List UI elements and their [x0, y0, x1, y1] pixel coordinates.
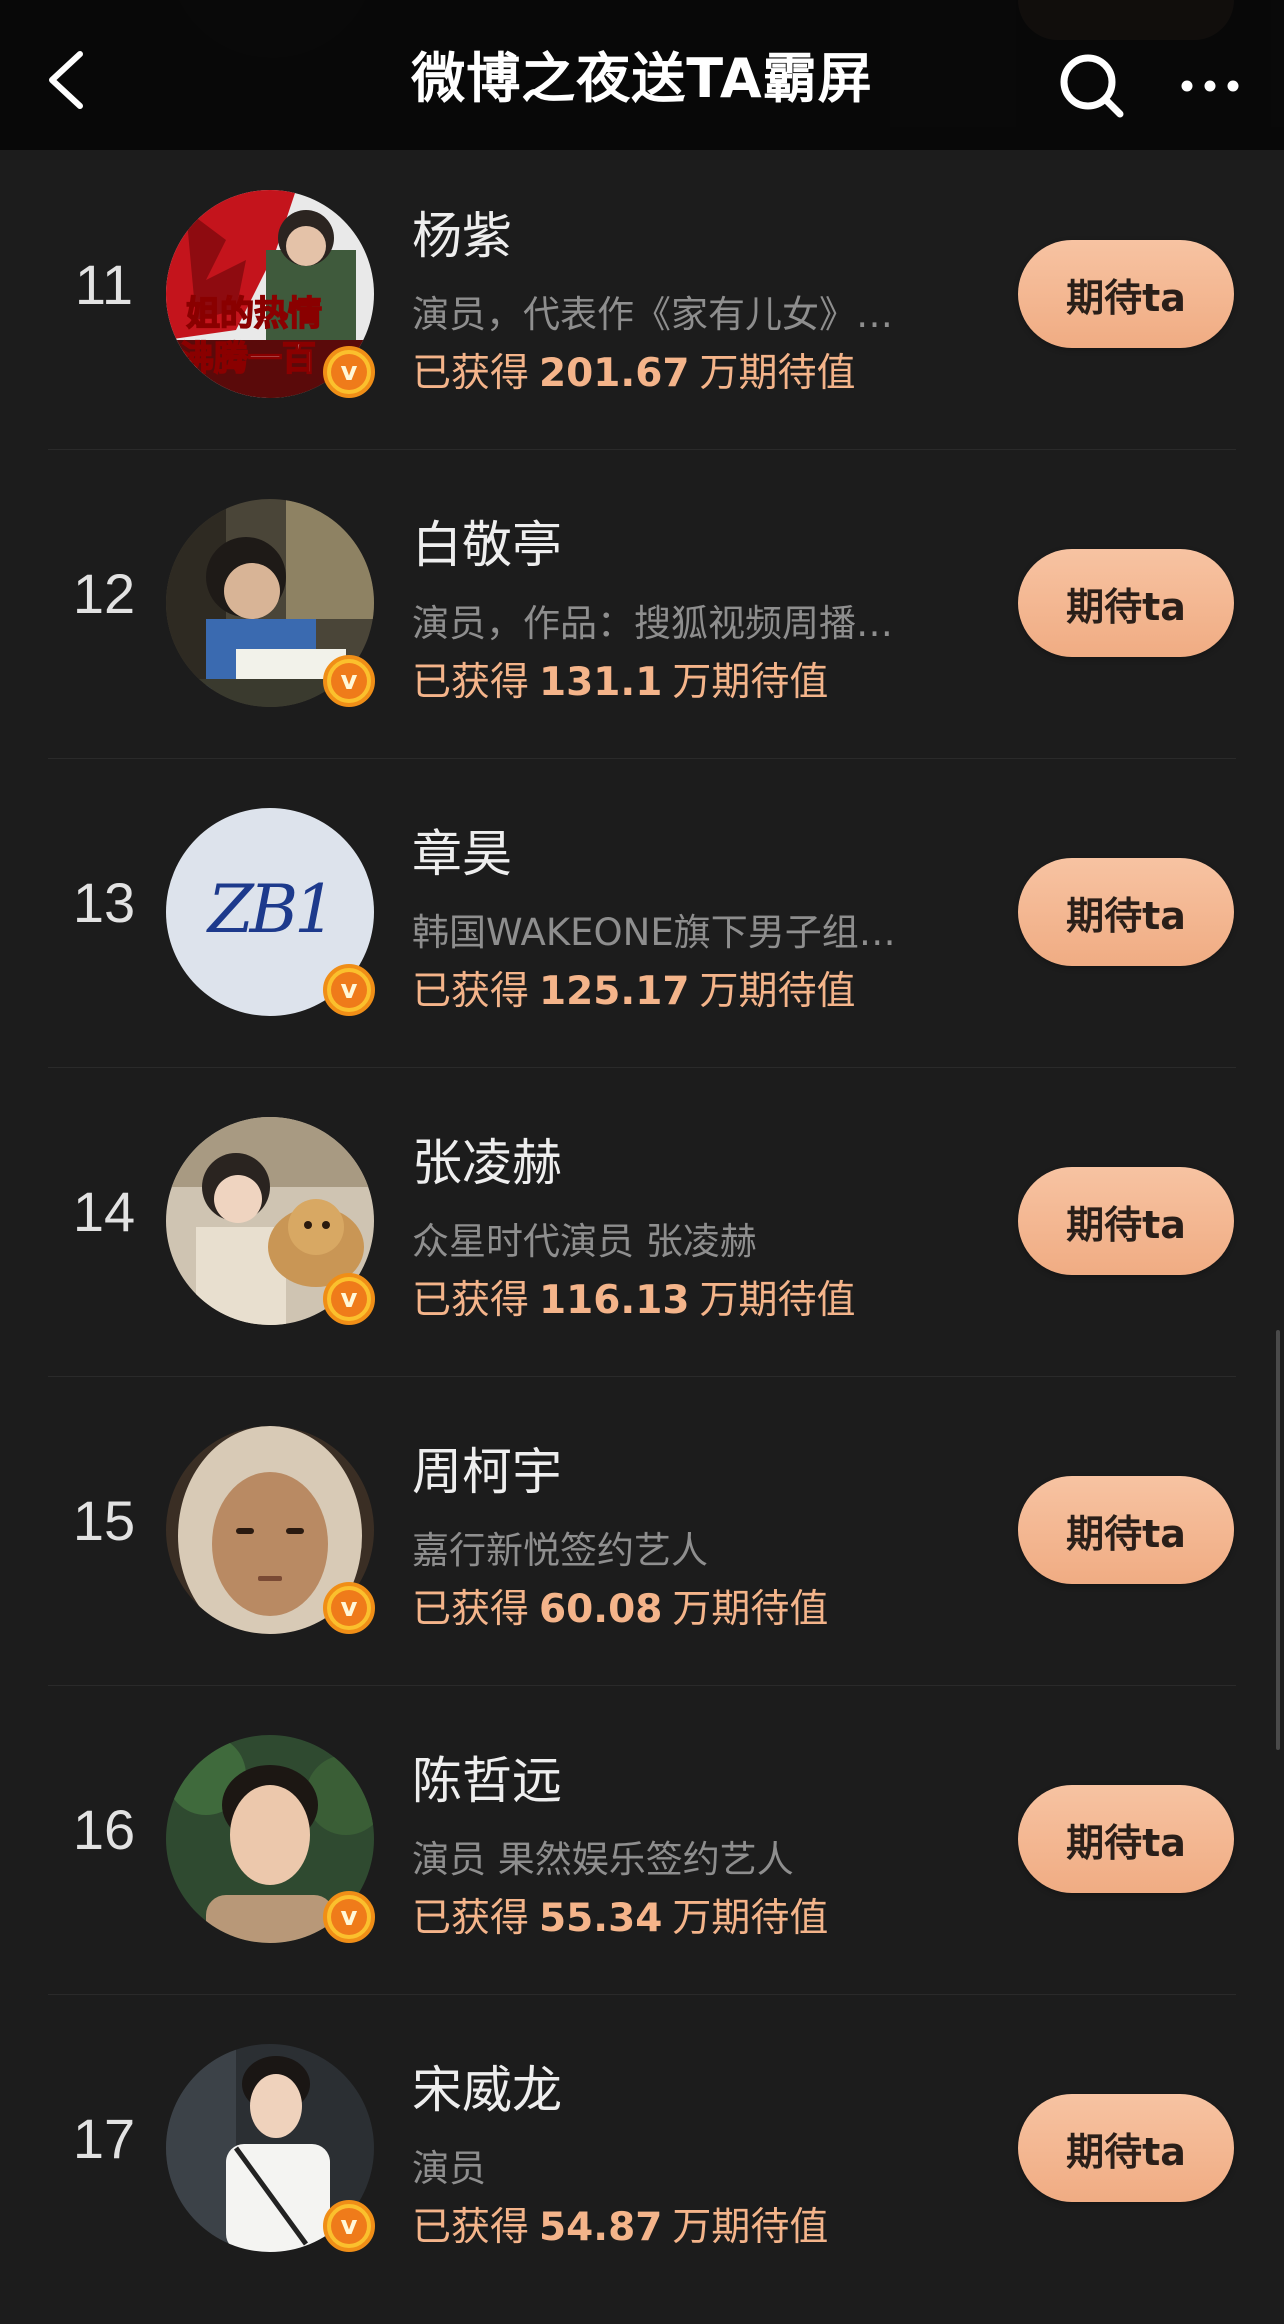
- artist-name: 宋威龙: [412, 2061, 562, 2119]
- expect-button[interactable]: 期待ta: [1018, 240, 1234, 348]
- score-prefix: 已获得: [412, 660, 530, 705]
- scrollbar[interactable]: [1276, 1330, 1280, 1750]
- list-item[interactable]: 13 ZB1 v 章昊 韩国WAKEONE旗下男子组… 已获得 125.17 万…: [0, 758, 1284, 1067]
- score-value: 55.34: [539, 1896, 663, 1941]
- artist-name: 章昊: [412, 825, 512, 883]
- search-icon[interactable]: [1052, 46, 1132, 126]
- list-item[interactable]: 11 姐的热情 沸腾一百 v 杨紫 演员，代表作《家有儿女》… 已获得 201.…: [0, 140, 1284, 449]
- chevron-left-icon[interactable]: [30, 44, 102, 116]
- score-value: 60.08: [539, 1587, 663, 1632]
- expect-score: 已获得 55.34 万期待值: [412, 1887, 828, 1943]
- expect-score: 已获得 131.1 万期待值: [412, 651, 828, 707]
- nav-bar: 微博之夜送TA霸屏: [0, 0, 1284, 150]
- rank-number: 17: [72, 2107, 136, 2170]
- artist-description: 演员 果然娱乐签约艺人: [412, 1838, 794, 1881]
- artist-description: 演员: [412, 2147, 486, 2190]
- verified-badge-icon: v: [323, 1582, 375, 1634]
- artist-description: 演员，作品：搜狐视频周播…: [412, 602, 893, 645]
- list-item[interactable]: 17 v 宋威龙 演员 已获得 54.87 万期待值 期待ta: [0, 1994, 1284, 2303]
- rank-number: 15: [72, 1489, 136, 1552]
- score-value: 125.17: [539, 969, 690, 1014]
- list-item[interactable]: 14 v 张凌赫 众星时代演员 张凌赫 已获得 116.13 万期待值 期待ta: [0, 1067, 1284, 1376]
- score-suffix: 万期待值: [672, 2205, 829, 2250]
- score-suffix: 万期待值: [672, 1587, 829, 1632]
- expect-score: 已获得 54.87 万期待值: [412, 2196, 828, 2252]
- artist-description: 嘉行新悦签约艺人: [412, 1529, 708, 1572]
- verified-badge-icon: v: [323, 1891, 375, 1943]
- score-value: 131.1: [539, 660, 663, 705]
- score-suffix: 万期待值: [699, 1278, 856, 1323]
- verified-badge-icon: v: [323, 964, 375, 1016]
- verified-badge-icon: v: [323, 346, 375, 398]
- score-suffix: 万期待值: [699, 351, 856, 396]
- expect-button[interactable]: 期待ta: [1018, 549, 1234, 657]
- artist-name: 张凌赫: [412, 1134, 562, 1192]
- artist-name: 周柯宇: [412, 1443, 562, 1501]
- score-suffix: 万期待值: [672, 660, 829, 705]
- ranking-list: 11 姐的热情 沸腾一百 v 杨紫 演员，代表作《家有儿女》… 已获得 201.…: [0, 140, 1284, 2303]
- list-item[interactable]: 12 v 白敬亭 演员，作品：搜狐视频周播… 已获得 131.1 万期待值 期待…: [0, 449, 1284, 758]
- avatar-logo: ZB1: [206, 871, 332, 948]
- expect-score: 已获得 116.13 万期待值: [412, 1269, 856, 1325]
- score-value: 54.87: [539, 2205, 663, 2250]
- verified-badge-icon: v: [323, 655, 375, 707]
- expect-button[interactable]: 期待ta: [1018, 1476, 1234, 1584]
- score-prefix: 已获得: [412, 1896, 530, 1941]
- verified-badge-icon: v: [323, 1273, 375, 1325]
- list-item[interactable]: 16 v 陈哲远 演员 果然娱乐签约艺人 已获得 55.34 万期待值 期待ta: [0, 1685, 1284, 1994]
- score-prefix: 已获得: [412, 2205, 530, 2250]
- rank-number: 11: [74, 253, 134, 316]
- page-title: 微博之夜送TA霸屏: [411, 46, 873, 110]
- artist-name: 陈哲远: [412, 1752, 562, 1810]
- avatar-caption: 姐的热情: [186, 294, 322, 334]
- rank-number: 16: [72, 1798, 136, 1861]
- score-suffix: 万期待值: [672, 1896, 829, 1941]
- rank-number: 13: [72, 871, 136, 934]
- expect-score: 已获得 125.17 万期待值: [412, 960, 856, 1016]
- score-prefix: 已获得: [412, 351, 530, 396]
- rank-number: 12: [72, 562, 136, 625]
- expect-button[interactable]: 期待ta: [1018, 2094, 1234, 2202]
- artist-description: 韩国WAKEONE旗下男子组…: [412, 911, 896, 954]
- list-item[interactable]: 15 v 周柯宇 嘉行新悦签约艺人 已获得 60.08 万期待值 期待ta: [0, 1376, 1284, 1685]
- expect-score: 已获得 201.67 万期待值: [412, 342, 856, 398]
- expect-button[interactable]: 期待ta: [1018, 858, 1234, 966]
- artist-name: 杨紫: [412, 207, 512, 265]
- score-prefix: 已获得: [412, 969, 530, 1014]
- expect-button[interactable]: 期待ta: [1018, 1167, 1234, 1275]
- artist-name: 白敬亭: [412, 516, 562, 574]
- avatar-caption: 沸腾一百: [180, 339, 316, 379]
- artist-description: 演员，代表作《家有儿女》…: [412, 293, 893, 336]
- more-dots-icon[interactable]: [1170, 46, 1250, 126]
- score-prefix: 已获得: [412, 1278, 530, 1323]
- score-suffix: 万期待值: [699, 969, 856, 1014]
- expect-score: 已获得 60.08 万期待值: [412, 1578, 828, 1634]
- expect-button[interactable]: 期待ta: [1018, 1785, 1234, 1893]
- score-prefix: 已获得: [412, 1587, 530, 1632]
- score-value: 201.67: [539, 351, 690, 396]
- verified-badge-icon: v: [323, 2200, 375, 2252]
- rank-number: 14: [72, 1180, 136, 1243]
- artist-description: 众星时代演员 张凌赫: [412, 1220, 757, 1263]
- score-value: 116.13: [539, 1278, 690, 1323]
